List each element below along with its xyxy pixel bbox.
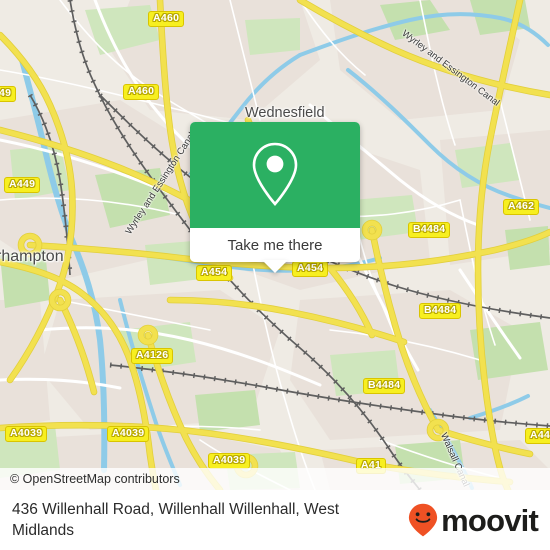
attribution-text[interactable]: © OpenStreetMap contributors bbox=[0, 472, 180, 486]
map-attribution-bar: © OpenStreetMap contributors bbox=[0, 468, 550, 490]
take-me-there-callout[interactable]: Take me there bbox=[190, 122, 360, 262]
map-canvas[interactable]: .urban { fill:#e9e1da; } .park { fill:#c… bbox=[0, 0, 550, 490]
place-label-wolverhampton: rhampton bbox=[0, 248, 64, 265]
callout-action-bar[interactable]: Take me there bbox=[190, 228, 360, 262]
moovit-logo[interactable]: moovit bbox=[408, 502, 539, 538]
road-shield-a4039-west[interactable]: A4039 bbox=[5, 426, 48, 442]
road-shield-a44-clipped[interactable]: A44 bbox=[525, 428, 550, 444]
moovit-smiley-pin-icon bbox=[409, 503, 438, 537]
road-shield-a454-east[interactable]: A454 bbox=[292, 261, 329, 277]
road-shield-b4484-north[interactable]: B4484 bbox=[408, 222, 451, 238]
callout-pointer bbox=[262, 260, 288, 273]
footer-bar: 436 Willenhall Road, Willenhall Willenha… bbox=[0, 490, 550, 550]
road-shield-a454-west[interactable]: A454 bbox=[196, 265, 233, 281]
map-pin-icon bbox=[252, 142, 298, 206]
road-shield-a449[interactable]: A449 bbox=[4, 177, 41, 193]
road-shield-a4039-mid[interactable]: A4039 bbox=[107, 426, 150, 442]
callout-pin-area bbox=[190, 122, 360, 228]
road-shield-a4039-south[interactable]: A4039 bbox=[208, 453, 251, 469]
take-me-there-label: Take me there bbox=[227, 236, 323, 254]
address-text: 436 Willenhall Road, Willenhall Willenha… bbox=[12, 501, 340, 539]
road-shield-a4126[interactable]: A4126 bbox=[131, 348, 174, 364]
moovit-wordmark: moovit bbox=[441, 502, 539, 538]
road-shield-a449-clipped[interactable]: 49 bbox=[0, 86, 17, 102]
road-shield-b4484-south[interactable]: B4484 bbox=[363, 378, 406, 394]
road-shield-a460-mid[interactable]: A460 bbox=[123, 84, 160, 100]
road-shield-b4484-mid[interactable]: B4484 bbox=[419, 303, 462, 319]
road-shield-a462[interactable]: A462 bbox=[503, 199, 540, 215]
moovit-map-screenshot: .urban { fill:#e9e1da; } .park { fill:#c… bbox=[0, 0, 550, 550]
road-shield-a460-north[interactable]: A460 bbox=[148, 11, 185, 27]
place-label-wednesfield: Wednesfield bbox=[245, 105, 325, 121]
